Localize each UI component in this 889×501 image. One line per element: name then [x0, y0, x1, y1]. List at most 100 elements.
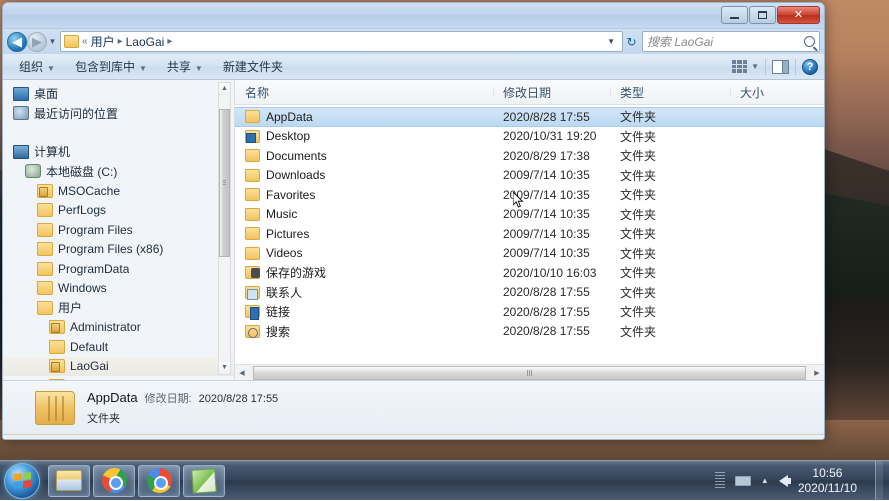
breadcrumb-item-users[interactable]: 用户: [89, 33, 117, 50]
clock[interactable]: 10:56 2020/11/10: [798, 466, 865, 496]
file-name-cell: Videos: [235, 246, 493, 260]
sidebar-item-default[interactable]: Default: [3, 337, 234, 357]
breadcrumb-sep-2[interactable]: ▸: [166, 36, 173, 47]
start-button[interactable]: [4, 463, 40, 499]
taskbar-button-browser-2[interactable]: [138, 465, 180, 497]
scrollbar-thumb[interactable]: [253, 366, 806, 380]
sidebar-item-program-files-x86[interactable]: Program Files (x86): [3, 240, 234, 260]
navigation-scrollbar[interactable]: ▲ ▼: [218, 82, 231, 375]
scroll-down-icon[interactable]: ▼: [219, 362, 230, 374]
table-row[interactable]: Documents 2020/8/29 17:38 文件夹: [235, 146, 824, 166]
column-header-name[interactable]: 名称: [235, 84, 493, 101]
include-in-library-label: 包含到库中: [75, 60, 135, 74]
volume-icon[interactable]: [779, 475, 788, 487]
sidebar-item-msocache[interactable]: MSOCache: [3, 181, 234, 201]
column-header-date[interactable]: 修改日期: [493, 84, 610, 101]
windows-logo-icon: [14, 472, 31, 489]
change-view-icon[interactable]: [732, 60, 747, 73]
search-input[interactable]: 搜索 LaoGai: [642, 31, 820, 52]
preview-pane-icon[interactable]: [772, 60, 789, 74]
breadcrumb-leading-sep[interactable]: «: [81, 36, 89, 47]
minimize-button[interactable]: [721, 6, 748, 24]
table-row[interactable]: Pictures 2009/7/14 10:35 文件夹: [235, 224, 824, 244]
scroll-up-icon[interactable]: ▲: [219, 83, 230, 95]
view-chevron-down-icon[interactable]: ▼: [751, 62, 759, 71]
column-header-type[interactable]: 类型: [610, 84, 730, 101]
organize-button[interactable]: 组织▼: [9, 56, 65, 77]
file-name-cell: Pictures: [235, 227, 493, 241]
scroll-right-icon[interactable]: ▶: [810, 369, 824, 377]
show-desktop-button[interactable]: [875, 461, 883, 501]
breadcrumb-item-laogai[interactable]: LaoGai: [124, 35, 167, 49]
table-row[interactable]: 搜索 2020/8/28 17:55 文件夹: [235, 322, 824, 342]
sidebar-item-recent-places[interactable]: 最近访问的位置: [3, 104, 234, 124]
clock-date: 2020/11/10: [798, 481, 857, 496]
sidebar-item-laogai[interactable]: LaoGai: [3, 357, 234, 377]
table-row[interactable]: Downloads 2009/7/14 10:35 文件夹: [235, 166, 824, 186]
sidebar-item-windows[interactable]: Windows: [3, 279, 234, 299]
sidebar-item-label: MSOCache: [58, 184, 120, 198]
help-icon[interactable]: ?: [802, 59, 818, 75]
taskbar-button-explorer[interactable]: [48, 465, 90, 497]
scroll-left-icon[interactable]: ◀: [235, 369, 249, 377]
column-header-size[interactable]: 大小: [730, 84, 824, 101]
file-date: 2020/10/10 16:03: [493, 266, 610, 280]
sidebar-item-label: 桌面: [34, 85, 58, 102]
title-bar[interactable]: ✕: [3, 3, 824, 29]
sidebar-item-label: 公用: [70, 377, 94, 380]
taskbar-grip-icon[interactable]: [715, 472, 725, 490]
maximize-button[interactable]: [749, 6, 776, 24]
table-row[interactable]: Favorites 2009/7/14 10:35 文件夹: [235, 185, 824, 205]
file-date: 2009/7/14 10:35: [493, 168, 610, 182]
table-row[interactable]: 联系人 2020/8/28 17:55 文件夹: [235, 283, 824, 303]
scrollbar-track[interactable]: [249, 366, 810, 380]
breadcrumb-sep-1[interactable]: ▸: [117, 36, 124, 47]
sidebar-item-public[interactable]: 公用: [3, 376, 234, 380]
file-type: 文件夹: [610, 284, 730, 301]
forward-button[interactable]: ▶: [27, 32, 47, 52]
sidebar-item-users[interactable]: 用户: [3, 298, 234, 318]
horizontal-scrollbar[interactable]: ◀ ▶: [235, 364, 824, 380]
taskbar-button-notes[interactable]: [183, 465, 225, 497]
table-row[interactable]: Videos 2009/7/14 10:35 文件夹: [235, 244, 824, 264]
table-row[interactable]: 链接 2020/8/28 17:55 文件夹: [235, 302, 824, 322]
folder-icon: [245, 188, 260, 201]
sidebar-item-label: 用户: [58, 299, 82, 316]
folder-desktop-icon: [245, 130, 260, 143]
table-row[interactable]: Desktop 2020/10/31 19:20 文件夹: [235, 127, 824, 147]
sidebar-item-administrator[interactable]: Administrator: [3, 318, 234, 338]
table-row[interactable]: Music 2009/7/14 10:35 文件夹: [235, 205, 824, 225]
file-name: 联系人: [266, 284, 302, 301]
file-name-cell: Desktop: [235, 129, 493, 143]
file-date: 2020/8/28 17:55: [493, 110, 610, 124]
file-name: 保存的游戏: [266, 264, 326, 281]
sidebar-item-perflogs[interactable]: PerfLogs: [3, 201, 234, 221]
table-row[interactable]: 保存的游戏 2020/10/10 16:03 文件夹: [235, 263, 824, 283]
file-name-cell: 链接: [235, 303, 493, 320]
taskbar-button-browser-1[interactable]: [93, 465, 135, 497]
back-button[interactable]: ◀: [7, 32, 27, 52]
file-date: 2020/8/29 17:38: [493, 149, 610, 163]
file-name-cell: Music: [235, 207, 493, 221]
close-button[interactable]: ✕: [777, 6, 820, 24]
show-hidden-icons-icon[interactable]: ▲: [761, 476, 769, 485]
include-in-library-button[interactable]: 包含到库中▼: [65, 56, 157, 77]
folder-icon: [37, 223, 53, 237]
sidebar-item-programdata[interactable]: ProgramData: [3, 259, 234, 279]
new-folder-button[interactable]: 新建文件夹: [213, 56, 293, 77]
share-button[interactable]: 共享▼: [157, 56, 213, 77]
chevron-down-icon[interactable]: ▼: [602, 37, 620, 46]
table-row[interactable]: AppData 2020/8/28 17:55 文件夹: [235, 107, 824, 127]
sidebar-item-computer[interactable]: 计算机: [3, 142, 234, 162]
history-dropdown-icon[interactable]: ▼: [47, 37, 58, 46]
sidebar-item-local-disk-c[interactable]: 本地磁盘 (C:): [3, 162, 234, 182]
system-tray: ▲ 10:56 2020/11/10: [715, 461, 889, 501]
navigation-pane: 桌面 最近访问的位置 计算机 本地磁盘 (C:) MSOCache: [3, 80, 235, 380]
file-date: 2020/8/28 17:55: [493, 324, 610, 338]
sidebar-item-program-files[interactable]: Program Files: [3, 220, 234, 240]
scrollbar-thumb[interactable]: [219, 109, 230, 257]
breadcrumb[interactable]: « 用户 ▸ LaoGai ▸ ▼: [60, 31, 623, 52]
sidebar-item-desktop[interactable]: 桌面: [3, 84, 234, 104]
refresh-icon[interactable]: ↻: [623, 35, 640, 49]
tray-app-icon[interactable]: [735, 476, 751, 486]
